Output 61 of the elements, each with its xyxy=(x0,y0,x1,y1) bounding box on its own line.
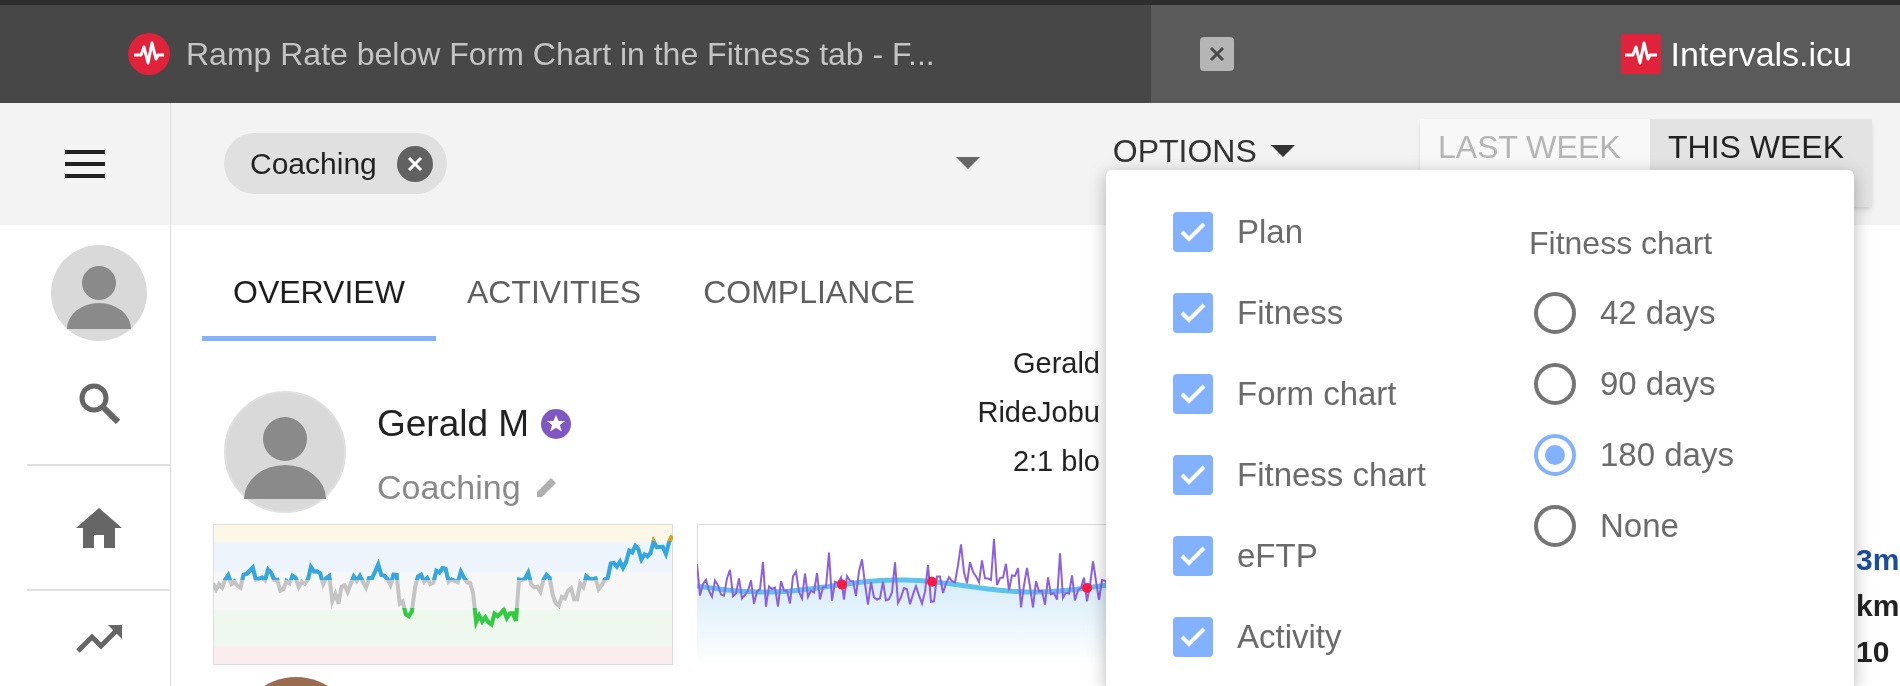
checkbox[interactable] xyxy=(1173,373,1213,414)
checkbox[interactable] xyxy=(1173,292,1213,333)
checkbox[interactable] xyxy=(1173,211,1213,252)
tab[interactable]: OVERVIEW xyxy=(202,247,436,342)
menu-icon[interactable] xyxy=(65,150,105,178)
home-icon[interactable] xyxy=(75,507,122,548)
checkbox-label: Form chart xyxy=(1237,373,1397,414)
radio-button[interactable] xyxy=(1534,504,1576,547)
search-icon[interactable] xyxy=(77,381,120,424)
tab-title: Ramp Rate below Form Chart in the Fitness tab - F... xyxy=(186,35,935,74)
summary-text: km xyxy=(1856,588,1900,624)
filter-chip[interactable]: Coaching xyxy=(224,133,447,194)
check-icon xyxy=(1180,626,1206,647)
check-icon xyxy=(1180,383,1206,404)
tab[interactable]: COMPLIANCE xyxy=(672,247,946,342)
remove-icon[interactable] xyxy=(396,145,433,182)
summary-text: Gerald xyxy=(1012,346,1100,382)
radio-label: 180 days xyxy=(1600,434,1734,475)
check-icon xyxy=(1180,545,1206,566)
checkbox-label: Fitness xyxy=(1237,292,1344,333)
browser-tab[interactable]: Intervals.icu xyxy=(1151,5,1900,103)
avatar[interactable] xyxy=(50,245,147,341)
trending-up-icon[interactable] xyxy=(75,624,122,653)
event-dot xyxy=(927,576,937,587)
summary-text: 10 xyxy=(1856,634,1891,670)
checkbox-label: eFTP xyxy=(1237,535,1318,576)
radio-button[interactable] xyxy=(1534,291,1576,334)
radio-button[interactable] xyxy=(1534,362,1576,405)
tab[interactable]: ACTIVITIES xyxy=(435,247,673,342)
checkbox-label: Plan xyxy=(1237,211,1304,252)
options-button[interactable]: OPTIONS xyxy=(1112,127,1295,175)
avatar[interactable] xyxy=(224,391,346,514)
athlete-name: Gerald M xyxy=(377,405,530,443)
radio-label: None xyxy=(1600,505,1679,546)
radio-label: 42 days xyxy=(1600,292,1716,333)
checkbox[interactable] xyxy=(1173,454,1213,495)
checkbox[interactable] xyxy=(1173,616,1213,657)
summary-text: 2:1 blo xyxy=(1012,444,1100,480)
radio-button[interactable] xyxy=(1534,433,1576,476)
section-heading: Fitness chart xyxy=(1529,224,1714,263)
tab-title: Intervals.icu xyxy=(1670,33,1852,75)
checkbox-label: Activity xyxy=(1237,616,1342,657)
check-icon xyxy=(1180,464,1206,485)
pulse-logo-icon xyxy=(128,33,170,75)
check-icon xyxy=(1180,221,1206,242)
browser-tab[interactable]: Ramp Rate below Form Chart in the Fitness tab - F... xyxy=(0,5,1151,103)
check-icon xyxy=(1180,302,1206,323)
close-icon xyxy=(1208,45,1226,63)
checkbox[interactable] xyxy=(1173,535,1213,576)
event-dot xyxy=(1082,583,1092,594)
checkbox-label: Fitness chart xyxy=(1237,454,1426,495)
close-tab-button[interactable] xyxy=(1200,37,1234,71)
star-badge-icon xyxy=(541,408,572,439)
event-dot xyxy=(837,579,847,590)
link[interactable]: 3m xyxy=(1856,537,1900,583)
summary-text: RideJobu xyxy=(977,395,1100,431)
caret-icon xyxy=(1270,145,1295,157)
dropdown-caret-icon[interactable] xyxy=(955,157,980,169)
athlete-group: Coaching xyxy=(377,470,521,505)
pulse-logo-icon xyxy=(1620,34,1661,74)
radio-label: 90 days xyxy=(1600,363,1716,404)
